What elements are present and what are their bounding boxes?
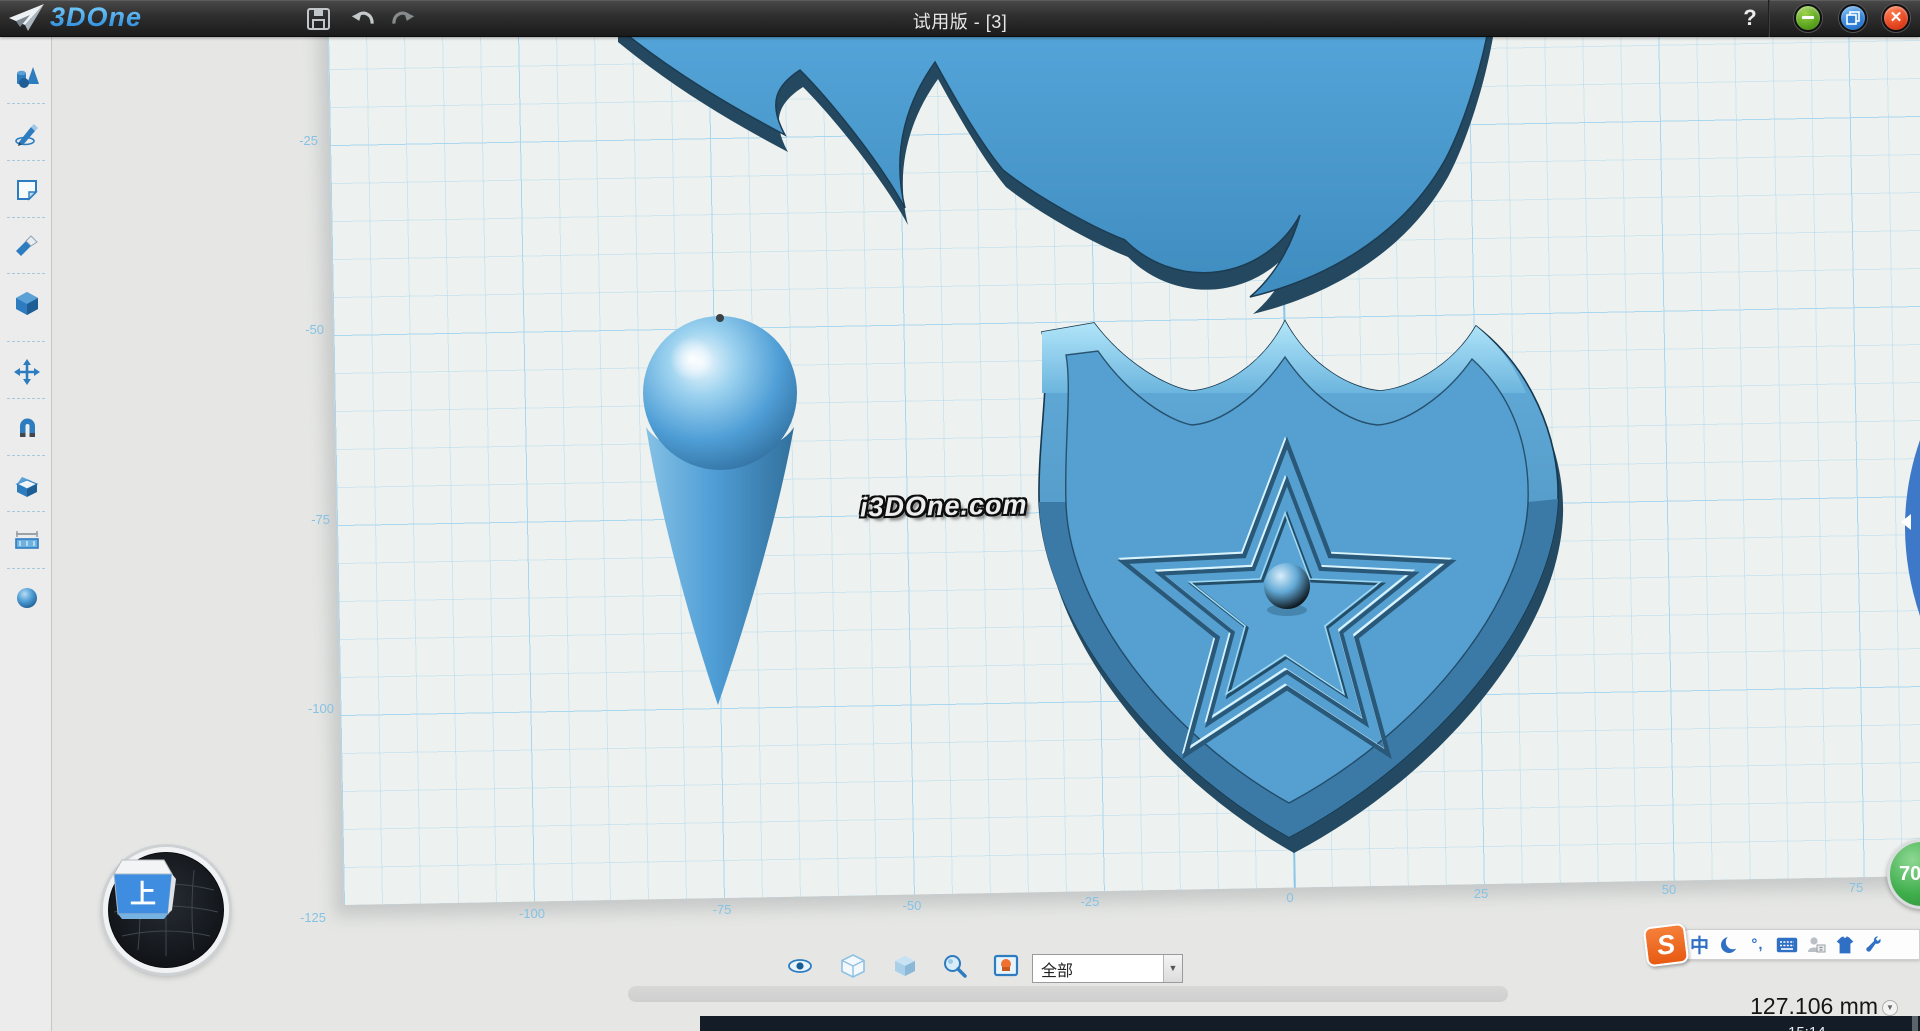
cone-with-sphere-solid[interactable] (643, 314, 797, 705)
view-cube-widget[interactable]: 上 (103, 847, 229, 973)
trim-edit-icon[interactable] (14, 234, 40, 260)
minimize-icon (1802, 16, 1814, 19)
ime-punctuation-toggle[interactable]: °, (1743, 929, 1772, 960)
visibility-eye-icon[interactable] (787, 953, 813, 979)
primitive-solids-icon[interactable] (14, 64, 40, 90)
paper-plane-icon (8, 3, 46, 33)
shield-star-badge-solid[interactable] (1039, 321, 1563, 853)
shaded-cube-icon[interactable] (892, 953, 918, 979)
center-sphere (1264, 563, 1310, 609)
taskbar-clock: 15:14 (1788, 1024, 1826, 1031)
move-transform-icon[interactable] (14, 359, 40, 385)
window-title: 试用版 - [3] (913, 8, 1008, 34)
measure-icon[interactable] (14, 528, 40, 554)
wireframe-cube-icon[interactable] (840, 953, 866, 979)
sidebar-divider (7, 511, 45, 512)
restore-icon (1846, 11, 1860, 25)
sidebar-divider (7, 341, 45, 342)
sidebar-divider (7, 273, 45, 274)
minimize-button[interactable] (1794, 4, 1822, 32)
optimizer-score: 70 (1899, 863, 1920, 886)
close-icon: ✕ (1890, 9, 1903, 26)
sidebar-divider (7, 568, 45, 569)
watermark: i3DOne.com (860, 490, 1028, 524)
zoom-magnifier-icon[interactable] (942, 953, 968, 979)
keyboard-icon[interactable] (1772, 929, 1801, 960)
display-filter-value: 全部 (1033, 957, 1163, 981)
ime-logo[interactable]: S (1643, 923, 1690, 968)
display-filter-dropdown[interactable]: 全部 ▼ (1032, 954, 1183, 983)
moon-icon[interactable] (1714, 929, 1743, 960)
view-cube[interactable]: 上 (108, 852, 178, 922)
bat-blade-solid[interactable] (615, 37, 1493, 314)
feature-cube-icon[interactable] (14, 290, 40, 316)
sidebar-divider (7, 160, 45, 161)
ime-mode-toggle[interactable]: 中 (1685, 929, 1714, 960)
combine-box-icon[interactable] (14, 472, 40, 498)
title-bar: 3DOne 试用版 - [3] ? ✕ (0, 0, 1920, 37)
save-icon[interactable] (306, 7, 332, 31)
model-layer (52, 37, 1920, 1031)
taskbar-strip[interactable]: 15:14 (700, 1016, 1920, 1031)
view-cube-face-label: 上 (130, 879, 156, 909)
close-button[interactable]: ✕ (1882, 4, 1910, 32)
sidebar-divider (7, 217, 45, 218)
ime-toolbar: S 中 °, (1684, 929, 1920, 960)
redo-icon[interactable] (391, 7, 417, 31)
sketch-plane-icon[interactable] (14, 177, 40, 203)
sketch-pencil-icon[interactable] (14, 121, 40, 147)
help-button[interactable]: ? (1736, 4, 1764, 32)
sidebar-divider (7, 455, 45, 456)
chevron-down-icon[interactable]: ▼ (1163, 955, 1182, 982)
wrench-icon[interactable] (1859, 929, 1888, 960)
tool-sidebar (0, 37, 52, 1031)
viewport-canvas[interactable]: -25 -50 -75 -100 -125 -100 -75 -50 -25 0… (52, 37, 1920, 1031)
magnet-assembly-icon[interactable] (14, 415, 40, 441)
restore-button[interactable] (1839, 4, 1867, 32)
user-skin-icon[interactable] (1801, 929, 1830, 960)
side-panel-flyout-handle[interactable] (1890, 438, 1920, 618)
sidebar-divider (7, 103, 45, 104)
app-logo: 3DOne (8, 2, 142, 33)
undo-icon[interactable] (349, 7, 375, 31)
measurement-unit-toggle[interactable]: ▼ (1882, 1000, 1898, 1016)
render-mode-icon[interactable] (993, 953, 1019, 979)
sidebar-divider (7, 398, 45, 399)
show-desktop-edge[interactable] (1912, 1016, 1918, 1031)
material-sphere-icon[interactable] (14, 585, 40, 611)
brand-name: 3DOne (50, 2, 142, 33)
wardrobe-shirt-icon[interactable] (1830, 929, 1859, 960)
bottom-scroll-band[interactable] (628, 986, 1508, 1002)
titlebar-separator (1768, 0, 1770, 37)
